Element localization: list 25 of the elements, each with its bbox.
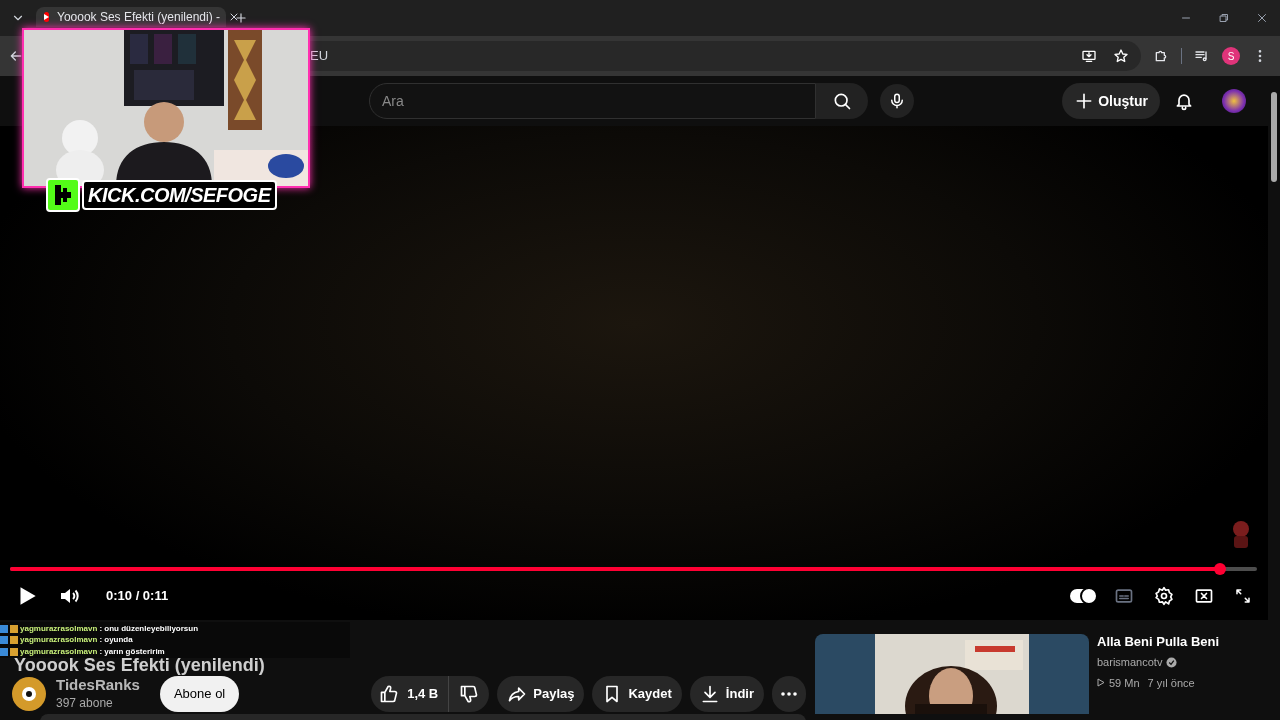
chat-username: yagmurazrasolmavn [20, 634, 98, 646]
address-text: EU [310, 47, 329, 66]
address-bar[interactable]: EU [308, 41, 1141, 71]
share-button[interactable]: Paylaş [497, 676, 585, 712]
chat-username: yagmurazrasolmavn [20, 645, 98, 658]
subscriber-count: 397 abone [56, 695, 114, 712]
video-title: Yooook Ses Efekti (yenilendi) [14, 655, 265, 676]
channel-name[interactable]: TidesRanks [56, 676, 140, 694]
chat-message: : yarın gösteririm [99, 645, 165, 658]
subscribe-button[interactable]: Abone ol [159, 676, 240, 712]
upload-age: 7 yıl önce [1147, 675, 1195, 691]
download-button[interactable]: İndir [689, 676, 764, 712]
chat-message: : oyunda [99, 634, 133, 646]
recommended-video-title[interactable]: Alla Beni Pulla Beni [1097, 634, 1220, 650]
chat-message: : onu düzenleyebiliyorsun [99, 622, 199, 635]
webcam-caption: KICK.COM/SEFOGE [82, 180, 277, 210]
create-button[interactable]: Oluştur [1062, 83, 1160, 119]
search-field[interactable]: Ara [369, 83, 816, 119]
time-display: 0:10 / 0:11 [106, 587, 169, 606]
profile-avatar[interactable]: S [1222, 47, 1240, 65]
save-button[interactable]: Kaydet [592, 676, 682, 712]
tab-title: Yooook Ses Efekti (yenilendi) - [57, 9, 220, 26]
view-count: 59 Mn [1109, 675, 1140, 691]
recommended-channel-name[interactable]: barismancotv [1097, 654, 1163, 671]
chat-username: yagmurazrasolmavn [20, 622, 98, 635]
